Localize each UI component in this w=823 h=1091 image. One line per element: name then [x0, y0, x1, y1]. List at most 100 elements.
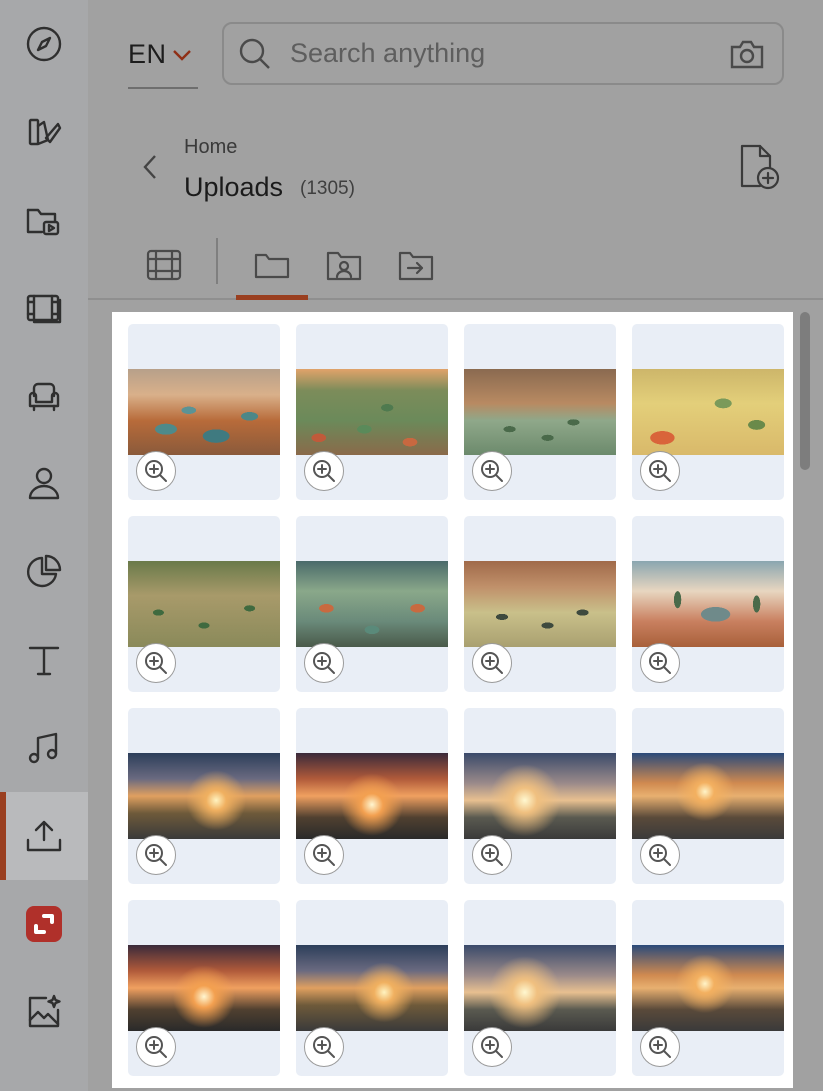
upload-thumbnail[interactable]	[296, 516, 448, 692]
upload-thumbnail[interactable]	[464, 516, 616, 692]
zoom-in-button[interactable]	[472, 835, 512, 875]
thumbnail-image	[632, 753, 784, 839]
rail-music[interactable]	[0, 704, 88, 792]
scrollbar-thumb[interactable]	[800, 312, 810, 470]
tab-shared-folders[interactable]	[308, 238, 380, 292]
upload-thumbnail[interactable]	[632, 516, 784, 692]
thumbnail-image	[296, 561, 448, 647]
zoom-in-icon	[313, 844, 335, 866]
rail-upload[interactable]	[0, 792, 88, 880]
thumbnail-image	[128, 753, 280, 839]
zoom-in-button[interactable]	[640, 1027, 680, 1067]
thumbnail-image	[464, 945, 616, 1031]
upload-thumbnail[interactable]	[464, 900, 616, 1076]
zoom-in-button[interactable]	[640, 643, 680, 683]
scrollbar[interactable]	[799, 312, 811, 1088]
folder-icon	[254, 253, 290, 279]
film-icon	[26, 294, 62, 324]
rail-media-folder[interactable]	[0, 176, 88, 264]
rail-armchair[interactable]	[0, 352, 88, 440]
thumbnail-image	[128, 945, 280, 1031]
uploads-grid	[112, 312, 793, 1088]
zoom-in-button[interactable]	[304, 1027, 344, 1067]
media-folder-icon	[26, 208, 60, 236]
zoom-in-button[interactable]	[304, 451, 344, 491]
grid-view-icon	[146, 249, 182, 281]
rail-person[interactable]	[0, 440, 88, 528]
zoom-in-button[interactable]	[136, 1027, 176, 1067]
thumbnail-image	[128, 369, 280, 455]
ai-image-icon	[28, 994, 61, 1028]
upload-thumbnail[interactable]	[632, 900, 784, 1076]
chevron-down-icon	[172, 49, 191, 61]
zoom-in-icon	[649, 460, 671, 482]
zoom-in-button[interactable]	[472, 1027, 512, 1067]
page-title: Uploads	[184, 172, 284, 202]
file-add-icon	[740, 144, 780, 190]
zoom-in-button[interactable]	[640, 451, 680, 491]
upload-thumbnail[interactable]	[464, 324, 616, 500]
music-icon	[28, 732, 58, 764]
upload-thumbnail[interactable]	[296, 324, 448, 500]
thumbnail-image	[128, 561, 280, 647]
upload-thumbnail[interactable]	[296, 708, 448, 884]
rail-design[interactable]	[0, 88, 88, 176]
zoom-in-button[interactable]	[304, 835, 344, 875]
zoom-in-button[interactable]	[136, 451, 176, 491]
rail-chart[interactable]	[0, 528, 88, 616]
rail-film[interactable]	[0, 264, 88, 352]
zoom-in-icon	[481, 844, 503, 866]
camera-icon[interactable]	[728, 35, 766, 73]
pie-chart-icon	[26, 554, 62, 588]
view-tabs	[88, 232, 823, 300]
zoom-in-icon	[145, 652, 167, 674]
upload-thumbnail[interactable]	[128, 708, 280, 884]
search-icon	[239, 38, 270, 69]
upload-thumbnail[interactable]	[632, 324, 784, 500]
zoom-in-button[interactable]	[136, 835, 176, 875]
person-icon	[28, 467, 60, 500]
move-to-folder-icon	[398, 251, 434, 281]
tab-divider	[216, 238, 218, 284]
text-icon	[28, 646, 60, 676]
thumbnail-image	[296, 945, 448, 1031]
upload-thumbnail[interactable]	[128, 324, 280, 500]
rail-text[interactable]	[0, 616, 88, 704]
shared-folder-icon	[326, 251, 362, 281]
search-input[interactable]	[272, 38, 728, 69]
tab-folders[interactable]	[236, 238, 308, 300]
tab-move-to-folder[interactable]	[380, 238, 452, 292]
thumbnail-image	[296, 369, 448, 455]
zoom-in-icon	[649, 844, 671, 866]
rail-ai-image[interactable]	[0, 968, 88, 1056]
back-button[interactable]	[140, 152, 160, 182]
zoom-in-button[interactable]	[304, 643, 344, 683]
new-file-button[interactable]	[736, 142, 782, 192]
thumbnail-image	[296, 753, 448, 839]
rail-brand[interactable]	[0, 880, 88, 968]
breadcrumb-parent[interactable]: Home	[184, 136, 237, 159]
main-panel: EN Home Uploads (1305)	[88, 0, 823, 1091]
thumbnail-image	[464, 753, 616, 839]
upload-thumbnail[interactable]	[296, 900, 448, 1076]
zoom-in-button[interactable]	[472, 451, 512, 491]
upload-thumbnail[interactable]	[128, 900, 280, 1076]
upload-thumbnail[interactable]	[632, 708, 784, 884]
zoom-in-icon	[145, 460, 167, 482]
zoom-in-button[interactable]	[136, 643, 176, 683]
zoom-in-button[interactable]	[640, 835, 680, 875]
language-selector[interactable]: EN	[128, 22, 198, 89]
tab-grid-view[interactable]	[128, 238, 200, 292]
zoom-in-button[interactable]	[472, 643, 512, 683]
left-rail	[0, 0, 88, 1091]
thumbnail-image	[632, 945, 784, 1031]
rail-explore[interactable]	[0, 0, 88, 88]
zoom-in-icon	[313, 460, 335, 482]
thumbnail-image	[632, 561, 784, 647]
brand-logo-icon	[26, 906, 62, 942]
upload-thumbnail[interactable]	[464, 708, 616, 884]
upload-thumbnail[interactable]	[128, 516, 280, 692]
armchair-icon	[28, 382, 60, 412]
search-bar	[222, 22, 784, 85]
zoom-in-icon	[481, 1036, 503, 1058]
